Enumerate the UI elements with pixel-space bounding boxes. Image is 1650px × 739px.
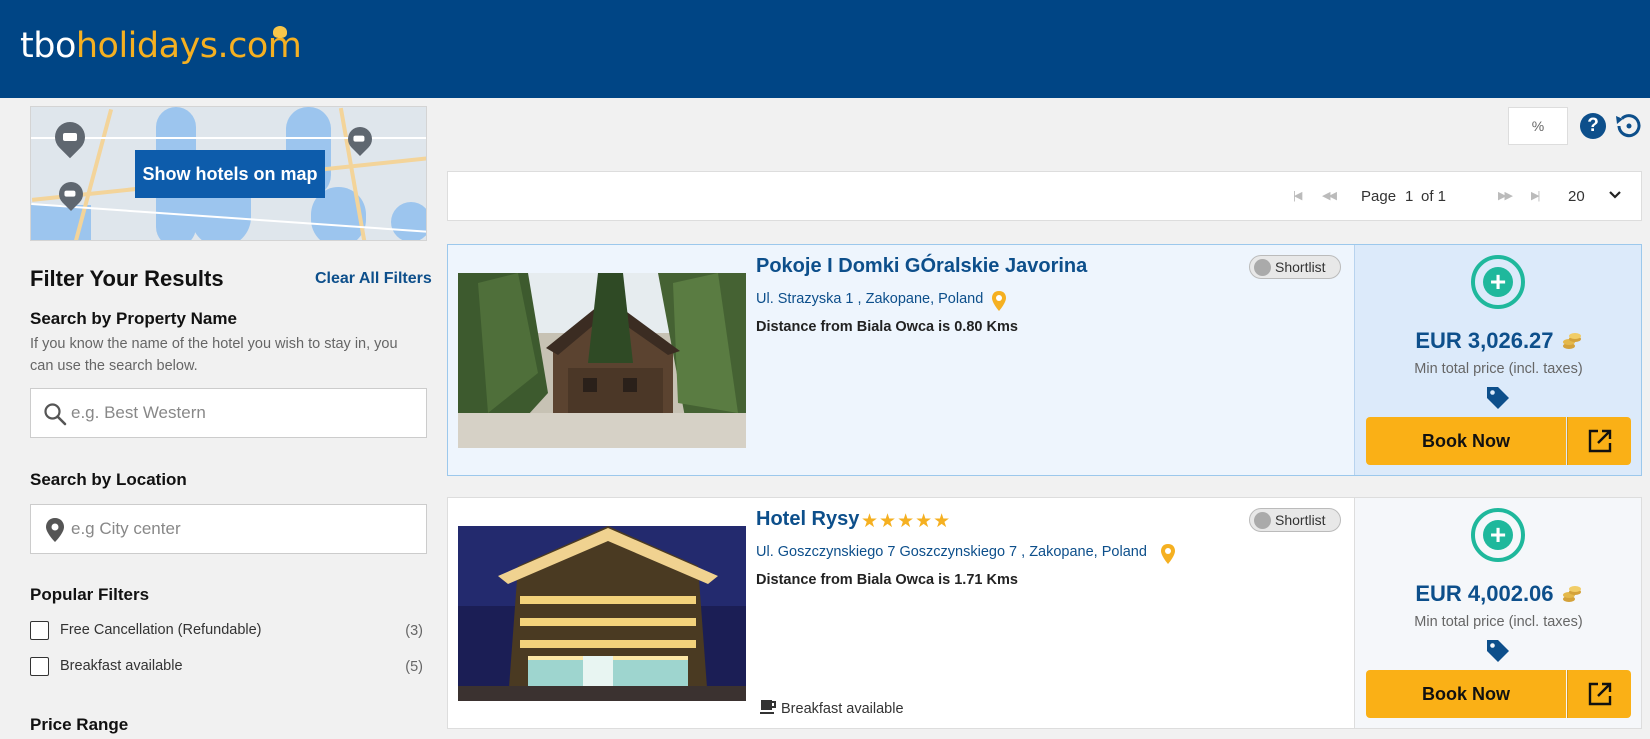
price-panel: EUR 3,026.27 Min total price (incl. taxe…: [1354, 245, 1641, 475]
location-search-title: Search by Location: [30, 470, 187, 489]
hotel-price: EUR 3,026.27: [1355, 328, 1642, 354]
external-link-icon: [1588, 682, 1611, 706]
hotel-price: EUR 4,002.06: [1355, 581, 1642, 607]
property-search-field[interactable]: [30, 388, 427, 438]
page-size-select[interactable]: 20: [1568, 188, 1585, 205]
open-external-button[interactable]: [1567, 670, 1631, 718]
filter-title: Filter Your Results: [30, 266, 224, 291]
property-search-input[interactable]: [71, 389, 411, 437]
property-search-title: Search by Property Name: [30, 309, 237, 328]
shortlist-toggle[interactable]: Shortlist: [1249, 255, 1341, 279]
popular-filters-title: Popular Filters: [30, 585, 150, 604]
location-pin-icon[interactable]: [1160, 544, 1176, 564]
page-total: of 1: [1421, 188, 1447, 205]
price-range-title: Price Range: [30, 715, 129, 734]
hotel-address: Ul. Goszczynskiego 7 Goszczynskiego 7 , …: [756, 544, 1147, 560]
hotel-card: Pokoje I Domki GÓralskie Javorina Ul. St…: [447, 244, 1642, 476]
coffee-cup-icon: [760, 700, 776, 714]
logo-sun-icon: [273, 26, 287, 38]
site-logo[interactable]: tboholidays.com: [20, 26, 302, 66]
location-pin-icon: [46, 518, 64, 542]
discount-percent-button[interactable]: %: [1508, 107, 1568, 145]
price-panel: EUR 4,002.06 Min total price (incl. taxe…: [1354, 498, 1641, 728]
last-page-icon[interactable]: ▶|: [1531, 189, 1540, 202]
hotel-card: Hotel Rysy ★★★★★ Ul. Goszczynskiego 7 Go…: [447, 497, 1642, 729]
hotel-name[interactable]: Hotel Rysy: [756, 508, 859, 531]
reset-icon[interactable]: [1613, 112, 1643, 140]
hotel-distance: Distance from Biala Owca is 0.80 Kms: [756, 319, 1018, 335]
hotel-address: Ul. Strazyska 1 , Zakopane, Poland: [756, 291, 984, 307]
next-page-icon[interactable]: ▶▶: [1498, 189, 1513, 202]
add-to-compare-icon[interactable]: [1471, 255, 1525, 309]
add-to-compare-icon[interactable]: [1471, 508, 1525, 562]
help-icon[interactable]: ?: [1580, 113, 1606, 139]
top-header: tboholidays.com: [0, 0, 1650, 98]
star-rating: ★★★★★: [861, 511, 952, 532]
toggle-knob: [1254, 512, 1271, 529]
clear-all-filters-link[interactable]: Clear All Filters: [315, 270, 432, 288]
hotel-photo[interactable]: [458, 273, 746, 448]
show-hotels-on-map-button[interactable]: Show hotels on map: [135, 150, 325, 198]
deal-tag-icon[interactable]: [1485, 385, 1511, 411]
filter-breakfast-available[interactable]: Breakfast available (5): [30, 656, 427, 678]
external-link-icon: [1588, 429, 1611, 453]
book-now-button[interactable]: Book Now: [1366, 417, 1566, 465]
location-search-input[interactable]: [71, 505, 411, 553]
page-label: Page: [1361, 188, 1397, 205]
hotel-name[interactable]: Pokoje I Domki GÓralskie Javorina: [756, 255, 1087, 278]
hotel-photo[interactable]: [458, 526, 746, 701]
hotel-marker-icon: [48, 115, 92, 159]
filter-free-cancellation[interactable]: Free Cancellation (Refundable) (3): [30, 620, 427, 642]
toggle-knob: [1254, 259, 1271, 276]
map-preview[interactable]: Show hotels on map: [30, 106, 427, 241]
first-page-icon[interactable]: |◀: [1293, 189, 1302, 202]
price-note: Min total price (incl. taxes): [1414, 361, 1583, 377]
deal-tag-icon[interactable]: [1485, 638, 1511, 664]
price-note: Min total price (incl. taxes): [1414, 614, 1583, 630]
breakfast-available-checkbox[interactable]: [30, 657, 49, 676]
location-pin-icon[interactable]: [991, 291, 1007, 311]
coins-icon: [1562, 586, 1581, 602]
chevron-down-icon[interactable]: [1606, 186, 1624, 204]
book-now-button[interactable]: Book Now: [1366, 670, 1566, 718]
property-search-help: If you know the name of the hotel you wi…: [30, 336, 398, 374]
location-search-field[interactable]: [30, 504, 427, 554]
coins-icon: [1562, 333, 1581, 349]
pagination-bar: |◀ ◀◀ Page 1 of 1 ▶▶ ▶| 20: [447, 171, 1642, 221]
amenity-breakfast: Breakfast available: [759, 697, 904, 717]
search-icon: [44, 403, 67, 426]
open-external-button[interactable]: [1567, 417, 1631, 465]
free-cancellation-checkbox[interactable]: [30, 621, 49, 640]
hotel-distance: Distance from Biala Owca is 1.71 Kms: [756, 572, 1018, 588]
prev-page-icon[interactable]: ◀◀: [1322, 189, 1337, 202]
page-number[interactable]: 1: [1405, 188, 1413, 205]
shortlist-toggle[interactable]: Shortlist: [1249, 508, 1341, 532]
